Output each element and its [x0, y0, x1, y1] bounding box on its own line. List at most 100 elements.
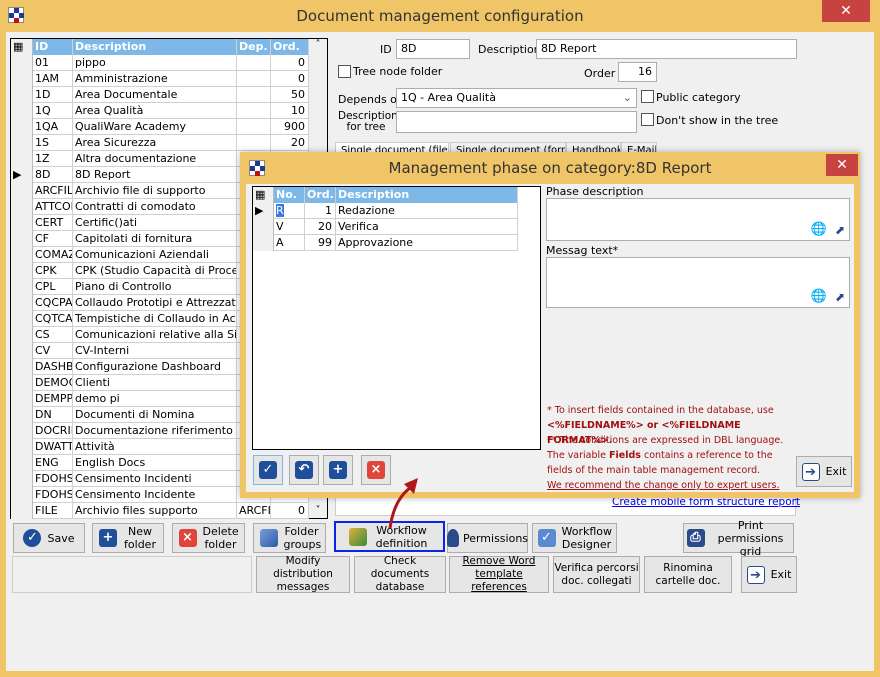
row-indicator[interactable] [11, 247, 33, 263]
undo-button[interactable]: ↶ [289, 455, 319, 485]
dialog-exit-button[interactable]: ➔ Exit [796, 456, 852, 487]
row-indicator[interactable] [11, 471, 33, 487]
row-indicator[interactable] [11, 279, 33, 295]
cell: English Docs [73, 455, 237, 471]
row-indicator[interactable] [11, 503, 33, 519]
row-indicator[interactable] [11, 439, 33, 455]
col-description[interactable]: Description [336, 187, 518, 203]
folder-groups-button[interactable]: Folder groups [253, 523, 326, 553]
col-no[interactable]: No. [274, 187, 305, 203]
table-row[interactable]: 1D Area Documentale 50 [11, 87, 309, 103]
cell-text: 99 [318, 236, 332, 249]
cell: ATTCOM [33, 199, 73, 215]
add-phase-button[interactable]: + [323, 455, 353, 485]
col-dep[interactable]: Dep. [237, 39, 271, 55]
row-indicator[interactable] [253, 235, 274, 251]
public-category-checkbox[interactable] [641, 90, 654, 103]
col-id[interactable]: ID [33, 39, 73, 55]
cell: ENG [33, 455, 73, 471]
modify-distribution-button[interactable]: Modify distribution messages [256, 555, 350, 593]
globe-icon[interactable]: 🌐 [811, 222, 827, 238]
cell [237, 71, 271, 87]
row-indicator[interactable] [11, 263, 33, 279]
cell: 10 [271, 103, 309, 119]
row-indicator[interactable] [11, 103, 33, 119]
phase-row[interactable]: A 99 Approvazione [253, 235, 518, 251]
row-indicator[interactable] [11, 183, 33, 199]
table-row[interactable]: 01 pippo 0 [11, 55, 309, 71]
row-indicator[interactable] [253, 219, 274, 235]
save-button[interactable]: ✓ Save [13, 523, 85, 553]
col-description[interactable]: Description [73, 39, 237, 55]
row-indicator[interactable] [11, 455, 33, 471]
row-indicator[interactable] [11, 359, 33, 375]
cell: Clienti [73, 375, 237, 391]
row-indicator[interactable]: ▶ [11, 167, 33, 183]
description-field[interactable]: 8D Report [536, 39, 797, 59]
check-documents-button[interactable]: Check documents database [354, 555, 446, 593]
row-indicator[interactable] [11, 327, 33, 343]
dont-show-checkbox[interactable] [641, 113, 654, 126]
message-text-field[interactable]: 🌐 ⬈ [546, 257, 850, 308]
row-indicator[interactable] [11, 407, 33, 423]
cell: 900 [271, 119, 309, 135]
table-row[interactable]: 1S Area Sicurezza 20 [11, 135, 309, 151]
row-indicator[interactable] [11, 135, 33, 151]
phase-grid[interactable]: ▦ No. Ord. Description ▶ R 1 Redazione V 20 Ve… [252, 186, 541, 450]
row-indicator[interactable]: ▶ [253, 203, 274, 219]
row-indicator[interactable] [11, 375, 33, 391]
grid-search-icon[interactable]: ▦ [11, 39, 33, 55]
cell: 1 [305, 203, 336, 219]
globe-icon[interactable]: 🌐 [811, 289, 827, 305]
description-tree-field[interactable] [396, 111, 637, 133]
close-button[interactable]: ✕ [822, 0, 870, 22]
row-indicator[interactable] [11, 311, 33, 327]
id-field[interactable]: 8D [396, 39, 470, 59]
row-indicator[interactable] [11, 423, 33, 439]
workflow-designer-button[interactable]: ✓ Workflow Designer [532, 523, 617, 553]
expand-arrow-icon[interactable]: ⬈ [835, 222, 845, 238]
grid-search-icon[interactable]: ▦ [253, 187, 274, 203]
tree-node-folder-checkbox[interactable] [338, 65, 351, 78]
cell: 1QA [33, 119, 73, 135]
row-indicator[interactable] [11, 55, 33, 71]
exit-button[interactable]: ➔ Exit [741, 556, 797, 593]
row-indicator[interactable] [11, 199, 33, 215]
order-field[interactable]: 16 [618, 62, 657, 82]
row-indicator[interactable] [11, 487, 33, 503]
verifica-button[interactable]: Verifica percorsi doc. collegati [553, 556, 640, 593]
phase-row[interactable]: ▶ R 1 Redazione [253, 203, 518, 219]
row-indicator[interactable] [11, 343, 33, 359]
phase-description-field[interactable]: 🌐 ⬈ [546, 198, 850, 241]
table-row[interactable]: FILEArchivio files supportoARCFIL0 [11, 503, 309, 519]
col-ord[interactable]: Ord. [271, 39, 309, 55]
cell: Collaudo Prototipi e Attrezzatu [75, 295, 237, 311]
new-folder-button[interactable]: + New folder [92, 523, 164, 553]
row-indicator[interactable] [11, 119, 33, 135]
permissions-button[interactable]: Permissions [446, 523, 528, 553]
row-indicator[interactable] [11, 215, 33, 231]
dialog-close-button[interactable]: ✕ [826, 154, 858, 176]
print-permissions-button[interactable]: ⎙ Print permissions grid [683, 519, 794, 558]
cell: Configurazione Dashboard [73, 359, 237, 375]
confirm-button[interactable]: ✓ [253, 455, 283, 485]
row-indicator[interactable] [11, 151, 33, 167]
expand-arrow-icon[interactable]: ⬈ [835, 289, 845, 305]
col-ord[interactable]: Ord. [305, 187, 336, 203]
delete-folder-button[interactable]: × Delete folder [172, 523, 245, 553]
workflow-designer-label: Workflow Designer [561, 525, 613, 551]
depends-on-select[interactable]: 1Q - Area Qualità ⌄ [396, 88, 637, 108]
table-row[interactable]: 1Q Area Qualità 10 [11, 103, 309, 119]
table-row[interactable]: 1AM Amministrazione 0 [11, 71, 309, 87]
remove-word-button[interactable]: Remove Word template references [449, 555, 549, 593]
delete-icon: × [178, 529, 197, 547]
phase-row[interactable]: V 20 Verifica [253, 219, 518, 235]
row-indicator[interactable] [11, 87, 33, 103]
cell: DOCRIF [35, 423, 73, 439]
row-indicator[interactable] [11, 391, 33, 407]
row-indicator[interactable] [11, 231, 33, 247]
rinomina-button[interactable]: Rinomina cartelle doc. [644, 556, 732, 593]
row-indicator[interactable] [11, 71, 33, 87]
table-row[interactable]: 1QA QualiWare Academy 900 [11, 119, 309, 135]
row-indicator[interactable] [11, 295, 33, 311]
